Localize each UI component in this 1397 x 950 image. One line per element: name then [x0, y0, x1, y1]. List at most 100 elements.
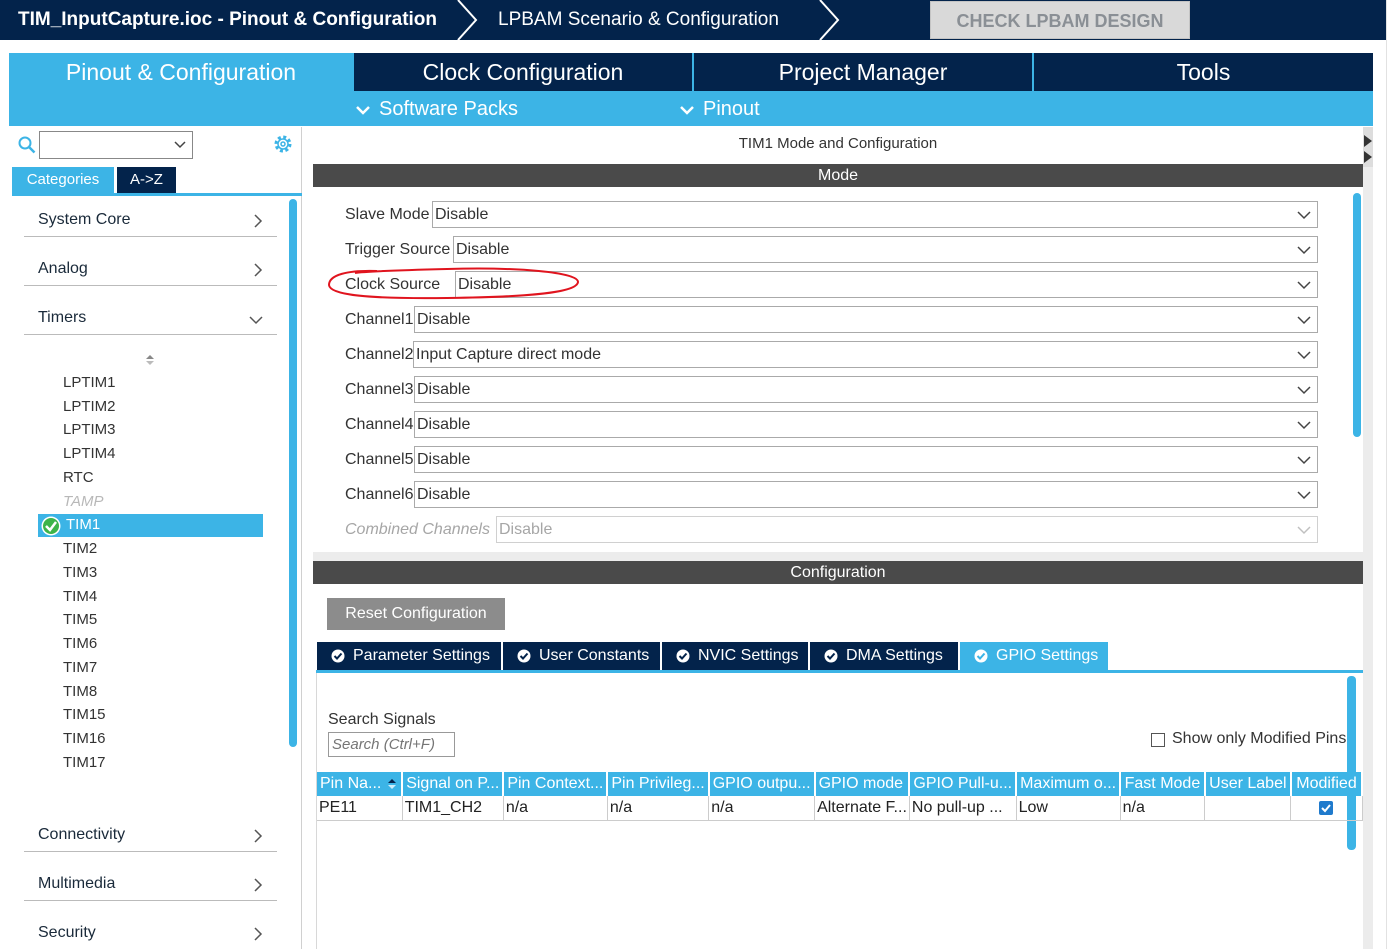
column-header-gpio-mode[interactable]: GPIO mode	[814, 772, 911, 796]
search-icon[interactable]	[18, 136, 36, 154]
timer-tim3[interactable]: TIM3	[63, 564, 97, 586]
column-header-pin-privilege[interactable]: Pin Privileg...	[607, 772, 710, 796]
timer-tim1[interactable]: TIM1	[38, 514, 263, 537]
pinout-menu[interactable]: Pinout	[679, 94, 760, 124]
timer-tim17[interactable]: TIM17	[63, 754, 106, 776]
cell-modified[interactable]	[1290, 796, 1363, 821]
tab-tools[interactable]: Tools	[1034, 53, 1373, 91]
cell-gpio-output: n/a	[708, 796, 816, 821]
timer-tim4[interactable]: TIM4	[63, 588, 97, 610]
channel2-label: Channel2	[345, 346, 414, 363]
slave-mode-select[interactable]: Disable	[432, 201, 1318, 228]
search-signals-input[interactable]	[328, 732, 455, 757]
column-header-modified[interactable]: Modified	[1290, 772, 1364, 796]
channel3-value: Disable	[417, 381, 471, 398]
column-header-fast-mode[interactable]: Fast Mode	[1120, 772, 1206, 796]
table-header-row: Pin Na... Signal on P... Pin Context... …	[317, 772, 1364, 796]
column-header-pin-name[interactable]: Pin Na...	[317, 772, 404, 796]
slave-mode-label: Slave Mode	[345, 206, 430, 223]
tab-label: Parameter Settings	[353, 647, 490, 664]
main-tab-bar: Pinout & Configuration Clock Configurati…	[9, 53, 1373, 126]
clock-source-label: Clock Source	[345, 276, 441, 293]
mode-scrollbar[interactable]	[1353, 193, 1361, 437]
timer-tim5[interactable]: TIM5	[63, 611, 97, 633]
table-row[interactable]: PE11 TIM1_CH2 n/a n/a n/a Alternate F...…	[317, 796, 1363, 821]
channel3-select[interactable]: Disable	[414, 376, 1318, 403]
channel6-select[interactable]: Disable	[414, 481, 1318, 508]
collapse-handle[interactable]	[1363, 127, 1373, 167]
cell-user-label[interactable]	[1204, 796, 1292, 821]
sort-icon[interactable]	[145, 354, 155, 366]
cell-signal: TIM1_CH2	[402, 796, 504, 821]
column-header-gpio-pull[interactable]: GPIO Pull-u...	[909, 772, 1018, 796]
category-security[interactable]: Security	[24, 922, 277, 950]
tab-project-manager[interactable]: Project Manager	[694, 53, 1032, 91]
configuration-scrollbar[interactable]	[1347, 676, 1356, 850]
timer-lptim4[interactable]: LPTIM4	[63, 445, 116, 467]
chevron-right-icon	[254, 829, 263, 843]
timer-tim6[interactable]: TIM6	[63, 635, 97, 657]
channel4-select[interactable]: Disable	[414, 411, 1318, 438]
column-header-signal[interactable]: Signal on P...	[402, 772, 505, 796]
timer-tim2[interactable]: TIM2	[63, 540, 97, 562]
window-edge	[1386, 0, 1397, 949]
breadcrumb-chevron-icon	[819, 0, 840, 40]
timer-tim15[interactable]: TIM15	[63, 706, 106, 728]
column-header-gpio-output[interactable]: GPIO outpu...	[708, 772, 816, 796]
category-multimedia[interactable]: Multimedia	[24, 873, 277, 901]
show-modified-checkbox[interactable]	[1151, 733, 1165, 747]
gear-icon[interactable]	[272, 133, 294, 155]
chevron-down-icon	[249, 316, 263, 325]
channel2-value: Input Capture direct mode	[416, 346, 601, 363]
chevron-down-icon	[1297, 211, 1311, 220]
chevron-right-icon	[254, 263, 263, 277]
channel2-select[interactable]: Input Capture direct mode	[413, 341, 1318, 368]
check-lpbam-design-button[interactable]: CHECK LPBAM DESIGN	[930, 1, 1190, 39]
clock-source-select[interactable]: Disable	[455, 271, 1318, 298]
column-header-user-label[interactable]: User Label	[1204, 772, 1292, 796]
tab-a-to-z[interactable]: A->Z	[117, 167, 176, 193]
category-analog[interactable]: Analog	[24, 258, 277, 286]
modified-checkbox[interactable]	[1319, 800, 1334, 815]
search-combo-box[interactable]	[39, 131, 193, 159]
tab-categories[interactable]: Categories	[12, 167, 114, 193]
tab-user-constants[interactable]: User Constants	[503, 642, 660, 670]
category-timers[interactable]: Timers	[24, 307, 277, 335]
column-header-maximum-output[interactable]: Maximum o...	[1016, 772, 1122, 796]
categories-scrollbar[interactable]	[289, 199, 297, 747]
channel6-label: Channel6	[345, 486, 414, 503]
configuration-header: Configuration	[313, 561, 1363, 584]
tab-dma-settings[interactable]: DMA Settings	[810, 642, 958, 670]
software-packs-menu[interactable]: Software Packs	[355, 94, 518, 124]
cell-pin-context: n/a	[503, 796, 608, 821]
tab-gpio-settings[interactable]: GPIO Settings	[960, 642, 1108, 670]
breadcrumb-project[interactable]: TIM_InputCapture.ioc - Pinout & Configur…	[18, 0, 437, 40]
chevron-down-icon	[1297, 526, 1311, 535]
tab-nvic-settings[interactable]: NVIC Settings	[662, 642, 808, 670]
timer-tim16[interactable]: TIM16	[63, 730, 106, 752]
software-packs-label: Software Packs	[379, 98, 518, 120]
category-connectivity[interactable]: Connectivity	[24, 824, 277, 852]
breadcrumb-lpbam-scenario[interactable]: LPBAM Scenario & Configuration	[498, 0, 779, 40]
timer-tim7[interactable]: TIM7	[63, 659, 97, 681]
category-system-core[interactable]: System Core	[24, 209, 277, 237]
trigger-source-select[interactable]: Disable	[453, 236, 1318, 263]
timer-lptim2[interactable]: LPTIM2	[63, 398, 116, 420]
channel3-label: Channel3	[345, 381, 414, 398]
column-header-pin-context[interactable]: Pin Context...	[503, 772, 609, 796]
sort-icon	[388, 778, 397, 789]
chevron-down-icon	[1297, 386, 1311, 395]
channel1-select[interactable]: Disable	[414, 306, 1318, 333]
tab-clock-configuration[interactable]: Clock Configuration	[354, 53, 692, 91]
timer-lptim1[interactable]: LPTIM1	[63, 374, 116, 396]
channel5-select[interactable]: Disable	[414, 446, 1318, 473]
channel5-value: Disable	[417, 451, 471, 468]
chevron-down-icon	[1297, 456, 1311, 465]
tab-parameter-settings[interactable]: Parameter Settings	[317, 642, 501, 670]
timer-tim1-label: TIM1	[66, 516, 101, 533]
timer-rtc[interactable]: RTC	[63, 469, 94, 491]
tab-pinout-configuration[interactable]: Pinout & Configuration	[9, 53, 353, 91]
reset-configuration-button[interactable]: Reset Configuration	[327, 598, 505, 630]
timer-tim8[interactable]: TIM8	[63, 683, 97, 705]
timer-lptim3[interactable]: LPTIM3	[63, 421, 116, 443]
